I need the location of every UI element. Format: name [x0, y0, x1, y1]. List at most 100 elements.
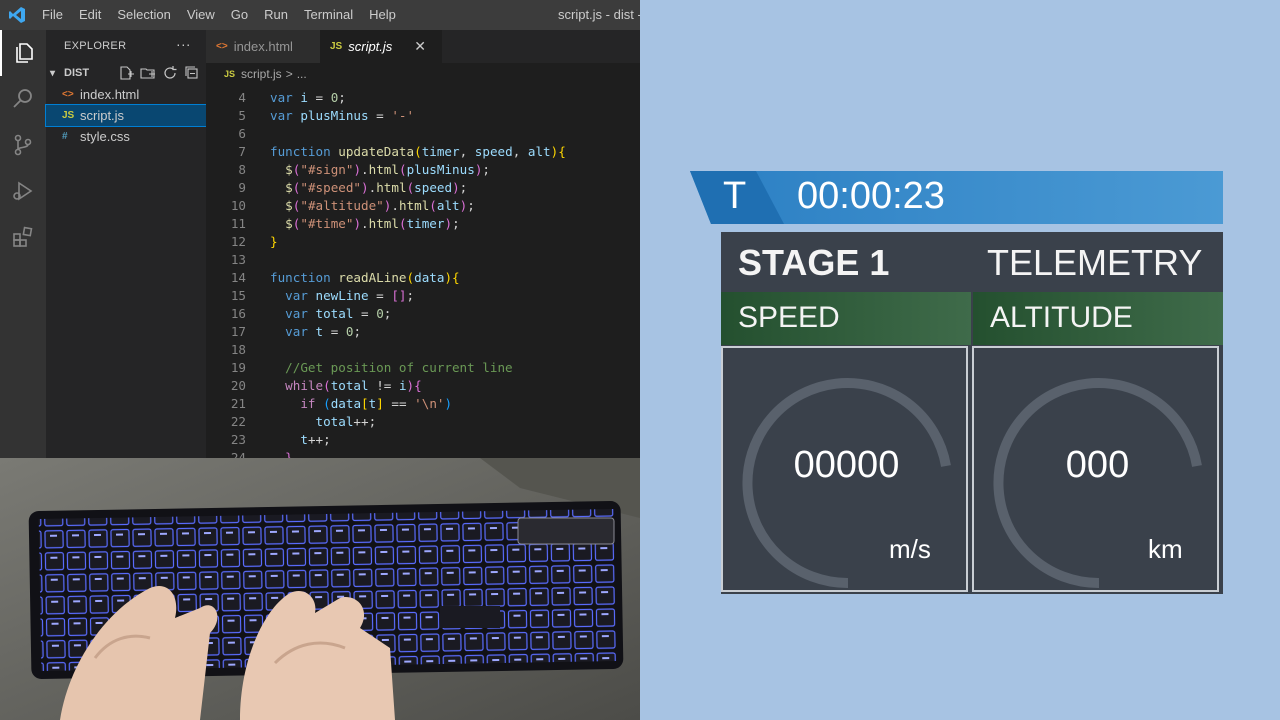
code-line: 19 //Get position of current line [206, 359, 640, 377]
line-number: 5 [238, 108, 246, 123]
stage-header: STAGE 1 TELEMETRY [721, 232, 1223, 292]
window-title: script.js - dist - V [558, 7, 640, 22]
menu-file[interactable]: File [34, 0, 71, 30]
mission-timer: 00:00:23 [797, 175, 945, 217]
timer-prefix: T [723, 175, 747, 217]
code-line: 4 var i = 0; [206, 89, 640, 107]
code-line: 16 var total = 0; [206, 305, 640, 323]
line-number: 20 [230, 378, 246, 393]
code-line: 7 function updateData(timer, speed, alt){ [206, 143, 640, 161]
chevron-down-icon: ▾ [50, 67, 56, 79]
code-line: 21 if (data[t] == '\n') [206, 395, 640, 413]
line-number: 24 [230, 450, 246, 458]
explorer-title: EXPLORER [64, 40, 127, 52]
file-index-html[interactable]: <> index.html [46, 84, 206, 105]
file-style-css[interactable]: # style.css [46, 126, 206, 147]
code-line: 24 } [206, 449, 640, 458]
code-line: 18 [206, 341, 640, 359]
extensions-icon[interactable] [0, 214, 46, 260]
vscode-window: File Edit Selection View Go Run Terminal… [0, 0, 640, 458]
line-number: 13 [230, 252, 246, 267]
explorer-icon[interactable] [0, 30, 46, 76]
speed-value: 00000 [793, 444, 900, 486]
line-number: 11 [230, 216, 246, 231]
html-file-icon: <> [216, 41, 228, 52]
line-number: 8 [238, 162, 246, 177]
new-file-icon[interactable] [118, 65, 134, 81]
line-number: 14 [230, 270, 246, 285]
code-line: 23 t++; [206, 431, 640, 449]
code-line: 17 var t = 0; [206, 323, 640, 341]
line-number: 12 [230, 234, 246, 249]
code-line: 12} [206, 233, 640, 251]
source-control-icon[interactable] [0, 122, 46, 168]
stage-label: STAGE 1 [738, 242, 890, 283]
new-folder-icon[interactable] [140, 65, 156, 81]
menu-terminal[interactable]: Terminal [296, 0, 361, 30]
tab-script-js[interactable]: JS script.js ✕ [320, 30, 442, 63]
line-number: 22 [230, 414, 246, 429]
altitude-gauge: 000 km [972, 346, 1219, 592]
menu-edit[interactable]: Edit [71, 0, 109, 30]
collapse-all-icon[interactable] [184, 65, 200, 81]
run-debug-icon[interactable] [0, 168, 46, 214]
code-line: 8 $("#sign").html(plusMinus); [206, 161, 640, 179]
breadcrumb: JS script.js > ... [206, 63, 640, 85]
code-line: 11 $("#time").html(timer); [206, 215, 640, 233]
altitude-unit: km [1148, 534, 1183, 564]
explorer-sidebar: EXPLORER ··· ▾ DIST <> index.html JS scr… [45, 30, 207, 458]
breadcrumb-file[interactable]: script.js [241, 67, 282, 81]
keyboard-webcam-photo [0, 458, 640, 720]
line-number: 18 [230, 342, 246, 357]
line-number: 21 [230, 396, 246, 411]
altitude-label: ALTITUDE [990, 301, 1133, 334]
vscode-logo-icon [0, 0, 34, 30]
close-icon[interactable]: ✕ [414, 38, 426, 55]
speed-unit: m/s [889, 534, 931, 564]
tab-index-html[interactable]: <> index.html [206, 30, 320, 63]
file-name: script.js [80, 108, 125, 123]
menu-run[interactable]: Run [256, 0, 296, 30]
file-name: style.css [80, 129, 130, 144]
folder-name: DIST [64, 67, 90, 79]
line-number: 16 [230, 306, 246, 321]
code-line: 14 function readALine(data){ [206, 269, 640, 287]
code-line: 10 $("#altitude").html(alt); [206, 197, 640, 215]
title-bar: File Edit Selection View Go Run Terminal… [0, 0, 640, 30]
timer-bar-background [690, 171, 1223, 224]
js-file-icon: JS [330, 41, 343, 52]
telemetry-panel: STAGE 1 TELEMETRY SPEED ALTITUDE 00000 m… [721, 232, 1223, 594]
breadcrumb-symbol[interactable]: ... [297, 67, 307, 81]
code-line: 22 total++; [206, 413, 640, 431]
menu-go[interactable]: Go [223, 0, 256, 30]
js-file-icon: JS [62, 110, 75, 121]
menu-view[interactable]: View [179, 0, 223, 30]
css-file-icon: # [62, 131, 68, 142]
telemetry-overlay: T 00:00:23 STAGE 1 TELEMETRY SPEED ALTIT… [640, 0, 1280, 720]
search-icon[interactable] [0, 76, 46, 122]
line-number: 15 [230, 288, 246, 303]
tab-label: index.html [233, 39, 293, 54]
file-script-js[interactable]: JS script.js [45, 104, 207, 127]
altitude-header: ALTITUDE [973, 292, 1223, 345]
code-line: 15 var newLine = []; [206, 287, 640, 305]
code-editor[interactable]: 4 var i = 0; 5 var plusMinus = '-' 6 7 func… [206, 85, 640, 458]
tab-label: script.js [348, 39, 393, 54]
timer-bar [690, 171, 1223, 224]
breadcrumb-separator: > [285, 67, 293, 81]
code-line: 5 var plusMinus = '-' [206, 107, 640, 125]
code-line: 9 $("#speed").html(speed); [206, 179, 640, 197]
html-file-icon: <> [62, 89, 74, 100]
folder-dist[interactable]: ▾ DIST [46, 62, 206, 84]
line-number: 4 [238, 90, 246, 105]
line-number: 17 [230, 324, 246, 339]
more-actions-icon[interactable]: ··· [176, 36, 191, 52]
explorer-header: EXPLORER ··· [46, 30, 206, 62]
menu-selection[interactable]: Selection [109, 0, 178, 30]
keyboard-illustration [0, 458, 640, 720]
line-number: 19 [230, 360, 246, 375]
refresh-icon[interactable] [162, 65, 178, 81]
file-name: index.html [80, 87, 140, 102]
menu-help[interactable]: Help [361, 0, 404, 30]
js-file-icon: JS [224, 69, 236, 79]
